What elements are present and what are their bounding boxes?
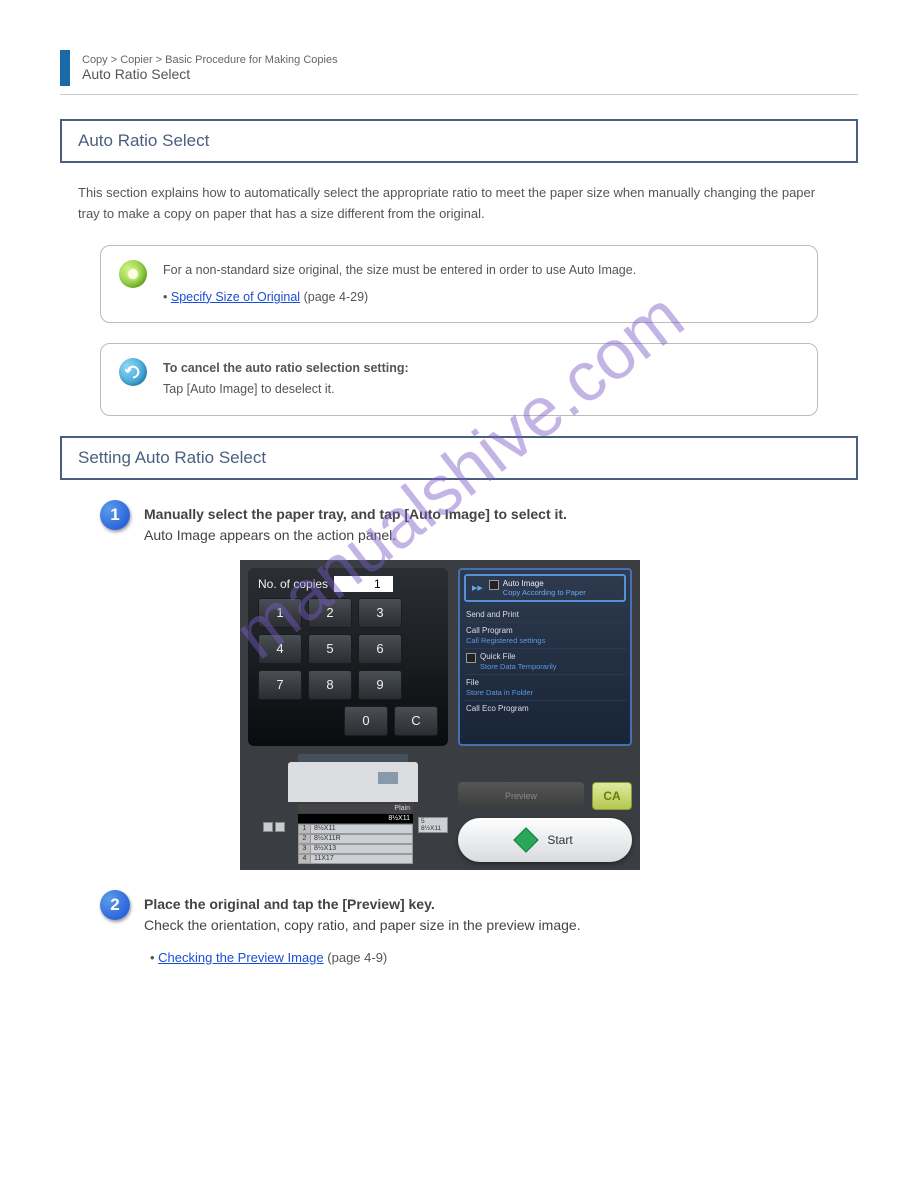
- page-header: Copy > Copier > Basic Procedure for Maki…: [60, 50, 858, 95]
- tray-size: 8½X11R: [311, 835, 412, 843]
- tray-selected[interactable]: 8½X11: [298, 814, 413, 823]
- side-item-label: Send and Print: [466, 610, 624, 619]
- side-item-label: Quick File: [480, 652, 557, 661]
- step-2-link-block: • Checking the Preview Image (page 4-9): [150, 950, 858, 965]
- key-8[interactable]: 8: [308, 670, 352, 700]
- side-item-label: Call Program: [466, 626, 624, 635]
- tray-4[interactable]: 411X17: [298, 854, 413, 864]
- intro-text: This section explains how to automatical…: [78, 183, 840, 225]
- cancel-icon: [119, 358, 147, 386]
- tray-size: 8½X11: [311, 825, 412, 833]
- side-item-sub: Store Data Temporarily: [480, 662, 557, 671]
- step-2-title: Place the original and tap the [Preview]…: [144, 896, 435, 912]
- tray-size: 8½X13: [311, 845, 412, 853]
- key-3[interactable]: 3: [358, 598, 402, 628]
- keypad-panel: No. of copies 1 1 2 3 4 5 6 7 8 9 0 C: [248, 568, 448, 746]
- quick-file-item[interactable]: Quick File Store Data Temporarily: [464, 648, 626, 674]
- auto-image-sub: Copy According to Paper: [503, 588, 586, 597]
- tray-3[interactable]: 38½X13: [298, 844, 413, 854]
- tray-num: 4: [299, 855, 311, 863]
- tip-link-page: (page 4-29): [304, 290, 369, 304]
- tip-box: For a non-standard size original, the si…: [100, 245, 818, 324]
- side-item-label: File: [466, 678, 624, 687]
- accent-bar: [60, 50, 70, 86]
- auto-image-item[interactable]: ▶▶ Auto Image Copy According to Paper: [464, 574, 626, 602]
- auto-image-label: Auto Image: [503, 579, 586, 588]
- tray-1[interactable]: 18½X11: [298, 824, 413, 834]
- key-0[interactable]: 0: [344, 706, 388, 736]
- key-clear[interactable]: C: [394, 706, 438, 736]
- tray-num: 5: [421, 818, 425, 825]
- cancel-body: Tap [Auto Image] to deselect it.: [163, 382, 335, 396]
- tip-text: For a non-standard size original, the si…: [163, 260, 636, 281]
- step-2-badge: 2: [100, 890, 130, 920]
- auto-image-checkbox[interactable]: [489, 580, 499, 590]
- start-button[interactable]: Start: [458, 818, 632, 862]
- tray-5[interactable]: 5 8½X11: [418, 817, 448, 833]
- ca-button[interactable]: CA: [592, 782, 632, 810]
- key-9[interactable]: 9: [358, 670, 402, 700]
- tray-plain-label: Plain: [298, 804, 413, 813]
- key-7[interactable]: 7: [258, 670, 302, 700]
- side-item-label: Call Eco Program: [466, 704, 624, 713]
- specify-size-link[interactable]: Specify Size of Original: [171, 290, 300, 304]
- tray-num: 2: [299, 835, 311, 843]
- send-and-print-item[interactable]: Send and Print: [464, 606, 626, 622]
- step-2-body: Check the orientation, copy ratio, and p…: [144, 917, 581, 933]
- call-program-item[interactable]: Call Program Call Registered settings: [464, 622, 626, 648]
- section-title-setting: Setting Auto Ratio Select: [60, 436, 858, 480]
- breadcrumb: Copy > Copier > Basic Procedure for Maki…: [82, 54, 338, 66]
- preview-button[interactable]: Preview: [458, 782, 584, 810]
- quick-file-checkbox[interactable]: [466, 653, 476, 663]
- step-1: 1 Manually select the paper tray, and ta…: [100, 500, 858, 546]
- copies-value[interactable]: 1: [334, 576, 393, 592]
- copier-screenshot: No. of copies 1 1 2 3 4 5 6 7 8 9 0 C ▶▶: [240, 560, 640, 870]
- key-6[interactable]: 6: [358, 634, 402, 664]
- cancel-heading: To cancel the auto ratio selection setti…: [163, 361, 409, 375]
- indicator-icon: ▶▶: [470, 584, 485, 592]
- preview-link-page: (page 4-9): [327, 950, 387, 965]
- tray-size: 8½X11: [421, 825, 441, 832]
- tip-link-row: • Specify Size of Original (page 4-29): [163, 287, 636, 308]
- step-2: 2 Place the original and tap the [Previe…: [100, 890, 858, 936]
- key-5[interactable]: 5: [308, 634, 352, 664]
- preview-link[interactable]: Checking the Preview Image: [158, 950, 323, 965]
- printer-illustration: Plain 8½X11 18½X11 28½X11R 38½X13 411X17…: [248, 762, 448, 862]
- tray-2[interactable]: 28½X11R: [298, 834, 413, 844]
- action-panel: ▶▶ Auto Image Copy According to Paper Se…: [458, 568, 632, 746]
- tray-num: 3: [299, 845, 311, 853]
- step-1-title: Manually select the paper tray, and tap …: [144, 506, 567, 522]
- section-title-auto-ratio: Auto Ratio Select: [60, 119, 858, 163]
- tray-num: 1: [299, 825, 311, 833]
- start-icon: [514, 827, 539, 852]
- copies-label: No. of copies: [258, 577, 328, 591]
- page-title: Auto Ratio Select: [82, 66, 338, 82]
- tray-size: 11X17: [311, 855, 412, 863]
- file-item[interactable]: File Store Data in Folder: [464, 674, 626, 700]
- key-1[interactable]: 1: [258, 598, 302, 628]
- cancel-box: To cancel the auto ratio selection setti…: [100, 343, 818, 416]
- key-2[interactable]: 2: [308, 598, 352, 628]
- start-label: Start: [547, 833, 572, 847]
- side-item-sub: Store Data in Folder: [466, 688, 624, 697]
- tip-icon: [119, 260, 147, 288]
- step-1-sub: Auto Image appears on the action panel.: [144, 527, 396, 543]
- key-4[interactable]: 4: [258, 634, 302, 664]
- call-eco-item[interactable]: Call Eco Program: [464, 700, 626, 716]
- step-1-badge: 1: [100, 500, 130, 530]
- side-item-sub: Call Registered settings: [466, 636, 624, 645]
